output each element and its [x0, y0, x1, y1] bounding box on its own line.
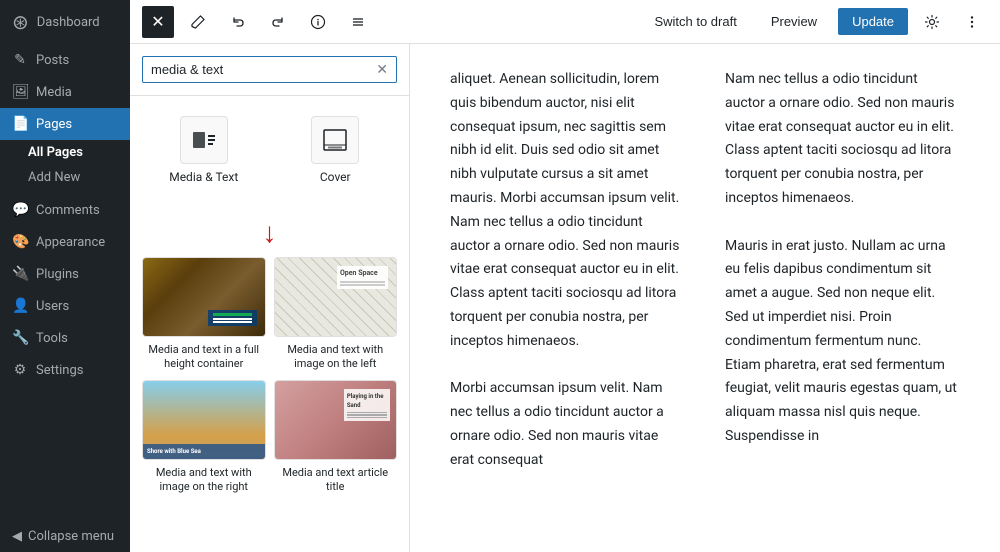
block-inserter-panel: ✕ Media & Te [130, 44, 410, 552]
pages-label: Pages [36, 117, 72, 132]
pattern-thumb-full-height [142, 257, 266, 337]
more-options-button[interactable] [956, 6, 988, 38]
plugins-icon: 🔌 [12, 266, 28, 282]
content-col-1: aliquet. Aenean sollicitudin, lorem quis… [450, 68, 685, 473]
sidebar-subitem-all-pages[interactable]: All Pages [0, 140, 130, 165]
pages-submenu: All Pages Add New [0, 140, 130, 194]
undo-button[interactable] [222, 6, 254, 38]
editor-body: ✕ Media & Te [130, 44, 1000, 552]
undo-icon [230, 14, 246, 30]
pattern-thumb-article-title: Playing in the Sand [274, 380, 398, 460]
arrow-down-icon: ↓ [263, 216, 277, 249]
cover-block-label: Cover [320, 170, 351, 184]
list-view-icon [350, 14, 366, 30]
editor-wrapper: ✕ Switch to draft Preview Update [130, 0, 1000, 552]
pattern-label-full-height: Media and text in a full height containe… [142, 343, 266, 372]
tools-label: Tools [36, 331, 68, 346]
block-results: Media & Text Cover [130, 96, 409, 552]
block-item-media-text[interactable]: Media & Text [142, 108, 266, 192]
dashboard-label: Dashboard [37, 15, 100, 30]
gear-icon [924, 14, 940, 30]
block-search-bar: ✕ [130, 44, 409, 96]
list-view-button[interactable] [342, 6, 374, 38]
users-icon: 👤 [12, 298, 28, 314]
posts-label: Posts [36, 53, 69, 68]
media-text-block-label: Media & Text [169, 170, 238, 184]
comments-icon: 💬 [12, 202, 28, 218]
pattern-thumb-image-left: Open Space [274, 257, 398, 337]
content-columns: aliquet. Aenean sollicitudin, lorem quis… [450, 68, 960, 473]
preview-button[interactable]: Preview [758, 7, 830, 36]
close-button[interactable]: ✕ [142, 6, 174, 38]
info-icon [310, 14, 326, 30]
settings-icon: ⚙ [12, 362, 28, 378]
sidebar-item-pages[interactable]: 📄 Pages [0, 108, 130, 140]
wp-logo-icon: ⊛ [12, 10, 29, 34]
settings-label: Settings [36, 363, 83, 378]
sidebar-item-plugins[interactable]: 🔌 Plugins [0, 258, 130, 290]
pattern-label-article-title: Media and text article title [274, 466, 398, 495]
more-options-icon [964, 14, 980, 30]
plugins-label: Plugins [36, 267, 79, 282]
editor-toolbar: ✕ Switch to draft Preview Update [130, 0, 1000, 44]
sidebar-item-appearance[interactable]: 🎨 Appearance [0, 226, 130, 258]
collapse-icon: ◀ [12, 529, 22, 544]
sidebar-item-comments[interactable]: 💬 Comments [0, 194, 130, 226]
pattern-item-full-height[interactable]: Media and text in a full height containe… [142, 257, 266, 372]
media-label: Media [36, 85, 72, 100]
pages-icon: 📄 [12, 116, 28, 132]
media-icon: 🖼 [12, 84, 28, 100]
draw-icon [190, 14, 206, 30]
sidebar-logo[interactable]: ⊛ Dashboard [0, 0, 130, 44]
pattern-label-image-right: Media and text with image on the right [142, 466, 266, 495]
redo-button[interactable] [262, 6, 294, 38]
search-input[interactable] [151, 62, 370, 77]
cover-block-icon [311, 116, 359, 164]
pattern-item-image-right[interactable]: Shore with Blue Sea Media and text with … [142, 380, 266, 495]
sidebar-item-posts[interactable]: ✎ Posts [0, 44, 130, 76]
cover-icon [321, 126, 349, 154]
pattern-label-image-left: Media and text with image on the left [274, 343, 398, 372]
sidebar: ⊛ Dashboard ✎ Posts 🖼 Media 📄 Pages All … [0, 0, 130, 552]
draw-button[interactable] [182, 6, 214, 38]
toolbar-right: Switch to draft Preview Update [641, 6, 988, 38]
search-input-wrap[interactable]: ✕ [142, 56, 397, 83]
block-grid: Media & Text Cover [142, 108, 397, 192]
sidebar-item-tools[interactable]: 🔧 Tools [0, 322, 130, 354]
pattern-thumb-image-right: Shore with Blue Sea [142, 380, 266, 460]
posts-icon: ✎ [12, 52, 28, 68]
sidebar-bottom: ◀ Collapse menu [0, 521, 130, 552]
pattern-item-image-left[interactable]: Open Space Media and text with image on … [274, 257, 398, 372]
tools-icon: 🔧 [12, 330, 28, 346]
pattern-grid: Media and text in a full height containe… [142, 257, 397, 494]
users-label: Users [36, 299, 69, 314]
pattern-item-article-title[interactable]: Playing in the Sand Media and text artic… [274, 380, 398, 495]
gear-settings-button[interactable] [916, 6, 948, 38]
collapse-label: Collapse menu [28, 529, 114, 544]
appearance-icon: 🎨 [12, 234, 28, 250]
block-item-cover[interactable]: Cover [274, 108, 398, 192]
switch-to-draft-button[interactable]: Switch to draft [641, 7, 749, 36]
content-col-2: Nam nec tellus a odio tincidunt auctor a… [725, 68, 960, 473]
content-area: aliquet. Aenean sollicitudin, lorem quis… [410, 44, 1000, 552]
search-clear-button[interactable]: ✕ [376, 61, 388, 78]
info-button[interactable] [302, 6, 334, 38]
arrow-section: ↓ [142, 208, 397, 253]
sidebar-item-media[interactable]: 🖼 Media [0, 76, 130, 108]
redo-icon [270, 14, 286, 30]
collapse-menu-button[interactable]: ◀ Collapse menu [0, 521, 130, 552]
comments-label: Comments [36, 203, 100, 218]
media-text-block-icon [180, 116, 228, 164]
media-text-icon [190, 126, 218, 154]
update-button[interactable]: Update [838, 8, 908, 35]
sidebar-subitem-add-new[interactable]: Add New [0, 165, 130, 190]
sidebar-item-users[interactable]: 👤 Users [0, 290, 130, 322]
sidebar-item-settings[interactable]: ⚙ Settings [0, 354, 130, 386]
appearance-label: Appearance [36, 235, 105, 250]
